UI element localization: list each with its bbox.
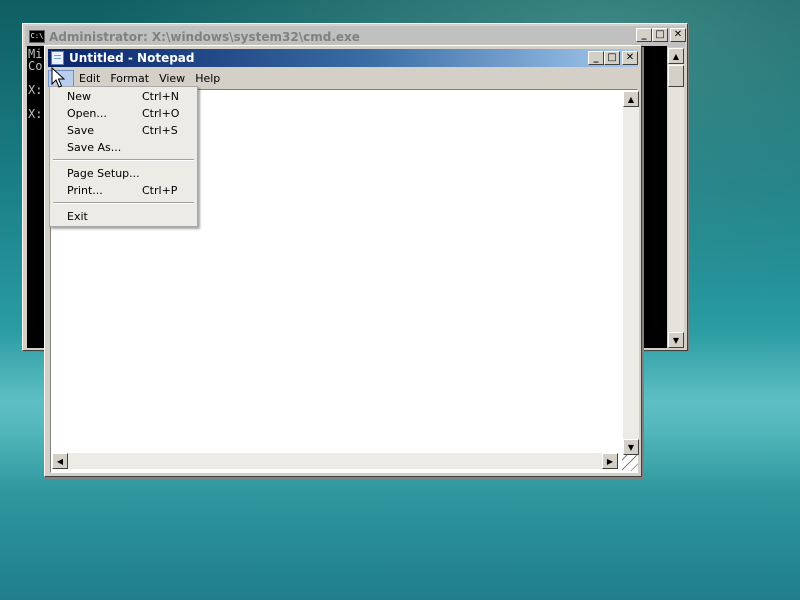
notepad-horizontal-scrollbar[interactable]: ◀ ▶ bbox=[52, 453, 618, 469]
notepad-minimize-button[interactable]: _ bbox=[588, 51, 604, 65]
notepad-close-button[interactable]: ✕ bbox=[622, 51, 638, 65]
menu-item-shortcut: Ctrl+P bbox=[142, 184, 178, 197]
cmd-scroll-down-icon[interactable]: ▼ bbox=[668, 332, 684, 348]
file-menu-save-as[interactable]: Save As... bbox=[50, 139, 197, 156]
menu-edit[interactable]: Edit bbox=[74, 70, 105, 87]
cmd-scroll-thumb[interactable] bbox=[668, 65, 684, 87]
notepad-titlebar[interactable]: Untitled - Notepad bbox=[48, 49, 638, 67]
menu-view[interactable]: View bbox=[154, 70, 190, 87]
cmd-minimize-button[interactable]: _ bbox=[636, 28, 652, 42]
file-menu-dropdown: New Ctrl+N Open... Ctrl+O Save Ctrl+S Sa… bbox=[49, 86, 198, 227]
menu-format[interactable]: Format bbox=[105, 70, 154, 87]
menu-item-shortcut: Ctrl+N bbox=[142, 90, 180, 103]
menu-item-label: Open... bbox=[67, 107, 107, 120]
menu-item-shortcut: Ctrl+S bbox=[142, 124, 178, 137]
notepad-maximize-button[interactable]: □ bbox=[604, 51, 620, 65]
file-menu-save[interactable]: Save Ctrl+S bbox=[50, 122, 197, 139]
file-menu-print[interactable]: Print... Ctrl+P bbox=[50, 182, 197, 199]
file-menu-page-setup[interactable]: Page Setup... bbox=[50, 165, 197, 182]
notepad-caption-buttons: _ □ ✕ bbox=[588, 51, 638, 65]
notepad-window-title: Untitled - Notepad bbox=[69, 51, 195, 65]
notepad-scroll-right-icon[interactable]: ▶ bbox=[602, 453, 618, 469]
menu-item-label: New bbox=[67, 90, 91, 103]
notepad-scroll-up-icon[interactable]: ▲ bbox=[623, 91, 639, 107]
menu-separator bbox=[53, 202, 194, 204]
menu-item-label: Exit bbox=[67, 210, 88, 223]
cmd-close-button[interactable]: ✕ bbox=[670, 28, 686, 42]
mouse-pointer-icon bbox=[51, 67, 65, 88]
cmd-prompt-icon: C:\ bbox=[29, 30, 45, 43]
menu-item-label: Save bbox=[67, 124, 95, 137]
notepad-icon bbox=[51, 51, 64, 65]
menu-help[interactable]: Help bbox=[190, 70, 225, 87]
menu-item-label: Print... bbox=[67, 184, 103, 197]
menu-item-label: Save As... bbox=[67, 141, 122, 154]
cmd-caption-buttons: _ □ ✕ bbox=[636, 28, 686, 42]
notepad-vertical-scrollbar[interactable]: ▲ ▼ bbox=[623, 91, 639, 455]
notepad-scroll-down-icon[interactable]: ▼ bbox=[623, 439, 639, 455]
menu-item-shortcut: Ctrl+O bbox=[142, 107, 180, 120]
cmd-scroll-up-icon[interactable]: ▲ bbox=[668, 48, 684, 64]
cmd-window-title: Administrator: X:\windows\system32\cmd.e… bbox=[49, 29, 360, 44]
resize-grip-icon[interactable] bbox=[622, 455, 638, 471]
cmd-titlebar[interactable]: C:\ Administrator: X:\windows\system32\c… bbox=[25, 26, 685, 47]
file-menu-new[interactable]: New Ctrl+N bbox=[50, 88, 197, 105]
menu-separator bbox=[53, 159, 194, 161]
menu-item-label: Page Setup... bbox=[67, 167, 140, 180]
file-menu-exit[interactable]: Exit bbox=[50, 208, 197, 225]
file-menu-open[interactable]: Open... Ctrl+O bbox=[50, 105, 197, 122]
cmd-maximize-button[interactable]: □ bbox=[652, 28, 668, 42]
cmd-vertical-scrollbar[interactable]: ▲ ▼ bbox=[668, 48, 684, 348]
notepad-scroll-left-icon[interactable]: ◀ bbox=[52, 453, 68, 469]
